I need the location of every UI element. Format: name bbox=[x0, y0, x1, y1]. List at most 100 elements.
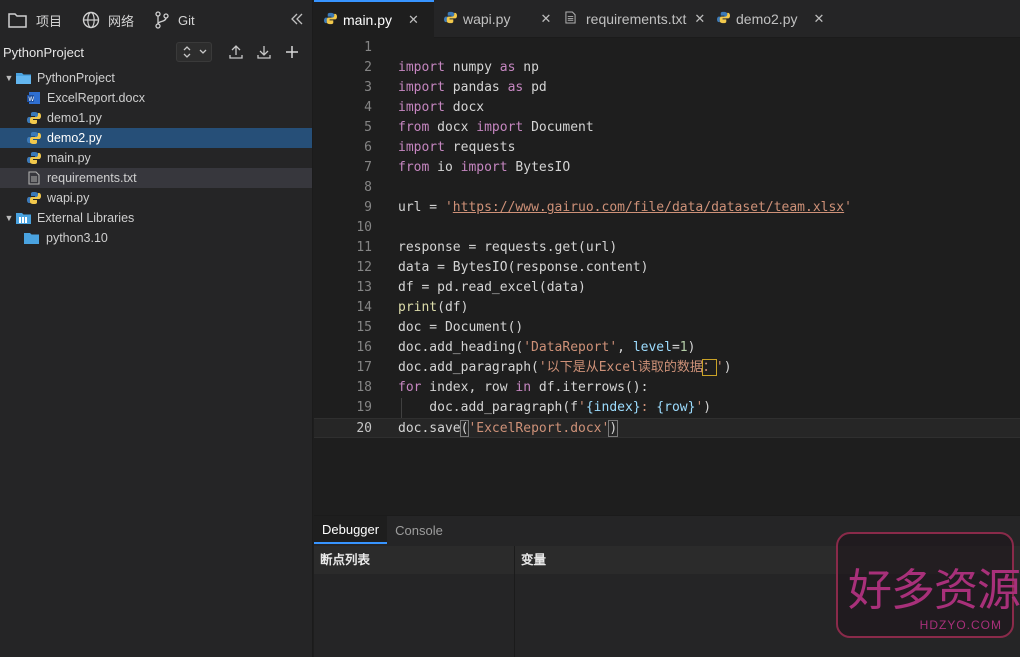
python-file-icon bbox=[26, 111, 42, 125]
code-line: 5 from docx import Document bbox=[364, 120, 594, 135]
collapse-sidebar-button[interactable] bbox=[290, 12, 304, 29]
chevron-down-icon: ▼ bbox=[4, 73, 14, 83]
download-icon bbox=[257, 46, 271, 59]
editor-tabbar: main.py ✕ wapi.py ✕ requirements.txt ✕ d… bbox=[314, 0, 1020, 38]
chevron-down-icon bbox=[199, 49, 207, 54]
double-chevron-left-icon bbox=[291, 13, 303, 25]
upload-icon bbox=[229, 45, 243, 59]
code-line: 16 doc.add_heading('DataReport', level=1) bbox=[356, 340, 696, 355]
tree-item-label: demo2.py bbox=[47, 131, 102, 145]
tree-folder-pythonproject[interactable]: ▼ PythonProject bbox=[0, 68, 312, 88]
tab-label: demo2.py bbox=[736, 11, 798, 27]
globe-icon bbox=[82, 11, 100, 29]
tab-network-label: 网络 bbox=[108, 13, 135, 29]
code-line: 19 doc.add_paragraph(f'{index}: {row}') bbox=[314, 398, 1020, 418]
code-line: 17 doc.add_paragraph('以下是从Excel读取的数据：') bbox=[356, 359, 732, 376]
code-line: 8 bbox=[364, 180, 372, 195]
plus-icon bbox=[286, 46, 298, 58]
watermark-text: 好多资源哦 bbox=[848, 565, 1020, 616]
code-line: 3 import pandas as pd bbox=[364, 80, 547, 95]
python-file-icon bbox=[324, 12, 337, 28]
tab-wapi-py[interactable]: wapi.py ✕ bbox=[434, 0, 555, 38]
watermark-subtext: HDZYO.COM bbox=[919, 618, 1002, 632]
close-icon[interactable]: ✕ bbox=[694, 11, 705, 27]
close-icon[interactable]: ✕ bbox=[408, 12, 419, 28]
breakpoints-header: 断点列表 bbox=[314, 546, 514, 574]
close-icon[interactable]: ✕ bbox=[540, 11, 551, 27]
sidebar-tabs: 项目 网络 Git bbox=[0, 0, 312, 40]
upload-button[interactable] bbox=[226, 42, 246, 62]
tree-item-label: python3.10 bbox=[46, 231, 108, 245]
text-file-icon bbox=[26, 171, 42, 185]
tree-file-main[interactable]: main.py bbox=[0, 148, 312, 168]
tree-file-wapi[interactable]: wapi.py bbox=[0, 188, 312, 208]
code-line: 15 doc = Document() bbox=[356, 320, 524, 335]
code-line: 9 url = 'https://www.gairuo.com/file/data… bbox=[364, 200, 852, 215]
python-file-icon bbox=[717, 11, 730, 27]
folder-icon bbox=[24, 231, 40, 245]
tree-item-label: ExcelReport.docx bbox=[47, 91, 145, 105]
folder-icon bbox=[8, 13, 27, 28]
download-button[interactable] bbox=[254, 42, 274, 62]
code-line: 6 import requests bbox=[364, 140, 516, 155]
tab-debugger[interactable]: Debugger bbox=[314, 516, 388, 544]
tab-git-label: Git bbox=[178, 12, 195, 28]
text-file-icon bbox=[565, 11, 576, 27]
tab-console[interactable]: Console bbox=[387, 516, 451, 544]
tab-label: wapi.py bbox=[463, 11, 511, 27]
code-line-current: 20 doc.save('ExcelReport.docx') bbox=[314, 418, 1020, 438]
tree-item-label: demo1.py bbox=[47, 111, 102, 125]
breakpoints-list[interactable] bbox=[314, 574, 514, 657]
word-doc-icon: W bbox=[26, 91, 42, 105]
project-header: PythonProject bbox=[0, 40, 312, 64]
code-line: 4 import docx bbox=[364, 100, 485, 115]
svg-text:W: W bbox=[28, 96, 34, 103]
editor-area: main.py ✕ wapi.py ✕ requirements.txt ✕ d… bbox=[314, 0, 1020, 515]
tab-label: main.py bbox=[343, 12, 393, 28]
project-toolbar bbox=[176, 42, 302, 62]
library-icon bbox=[16, 211, 32, 225]
tree-file-excelreport[interactable]: W ExcelReport.docx bbox=[0, 88, 312, 108]
tree-folder-python310[interactable]: python3.10 bbox=[0, 228, 312, 248]
project-title: PythonProject bbox=[3, 44, 84, 60]
tab-project[interactable]: 项目 bbox=[8, 11, 62, 30]
code-editor[interactable]: 1 2 import numpy as np 3 import pandas as … bbox=[314, 38, 1020, 515]
tree-item-label: PythonProject bbox=[37, 71, 115, 85]
code-line: 18 for index, row in df.iterrows(): bbox=[356, 380, 649, 395]
tab-network[interactable]: 网络 bbox=[82, 11, 134, 30]
tab-requirements-txt[interactable]: requirements.txt ✕ bbox=[555, 0, 707, 38]
project-sidebar: 项目 网络 Git PythonProject ▼ PythonProject … bbox=[0, 0, 313, 657]
folder-open-icon bbox=[16, 71, 32, 85]
code-line: 1 bbox=[364, 40, 372, 55]
tree-folder-external-libraries[interactable]: ▼ External Libraries bbox=[0, 208, 312, 228]
expand-all-icon bbox=[183, 46, 191, 58]
python-file-icon bbox=[444, 11, 457, 27]
tree-item-label: External Libraries bbox=[37, 211, 135, 225]
code-line: 11 response = requests.get(url) bbox=[356, 240, 618, 255]
tree-file-demo1[interactable]: demo1.py bbox=[0, 108, 312, 128]
file-tree: ▼ PythonProject W ExcelReport.docx demo1… bbox=[0, 68, 312, 248]
code-line: 12 data = BytesIO(response.content) bbox=[356, 260, 649, 275]
close-icon[interactable]: ✕ bbox=[813, 11, 824, 27]
tree-item-label: main.py bbox=[47, 151, 91, 165]
breakpoints-pane: 断点列表 bbox=[314, 546, 514, 657]
python-file-icon bbox=[26, 191, 42, 205]
expand-collapse-dropdown[interactable] bbox=[176, 42, 212, 62]
code-line: 14 print(df) bbox=[356, 300, 469, 315]
tree-item-label: requirements.txt bbox=[47, 171, 137, 185]
chevron-down-icon: ▼ bbox=[4, 213, 14, 223]
tab-label: requirements.txt bbox=[586, 11, 687, 27]
watermark-stamp: 好多资源哦 HDZYO.COM bbox=[836, 532, 1020, 638]
tab-main-py[interactable]: main.py ✕ bbox=[314, 0, 434, 38]
tab-git[interactable]: Git bbox=[154, 11, 195, 29]
tree-file-requirements[interactable]: requirements.txt bbox=[0, 168, 312, 188]
tree-file-demo2[interactable]: demo2.py bbox=[0, 128, 312, 148]
tree-item-label: wapi.py bbox=[47, 191, 90, 205]
add-file-button[interactable] bbox=[282, 42, 302, 62]
code-line: 13 df = pd.read_excel(data) bbox=[356, 280, 586, 295]
tab-demo2-py[interactable]: demo2.py ✕ bbox=[707, 0, 824, 38]
python-file-icon bbox=[26, 131, 42, 145]
tab-project-label: 项目 bbox=[36, 13, 63, 29]
code-line: 2 import numpy as np bbox=[364, 60, 539, 75]
git-branch-icon bbox=[155, 11, 169, 29]
